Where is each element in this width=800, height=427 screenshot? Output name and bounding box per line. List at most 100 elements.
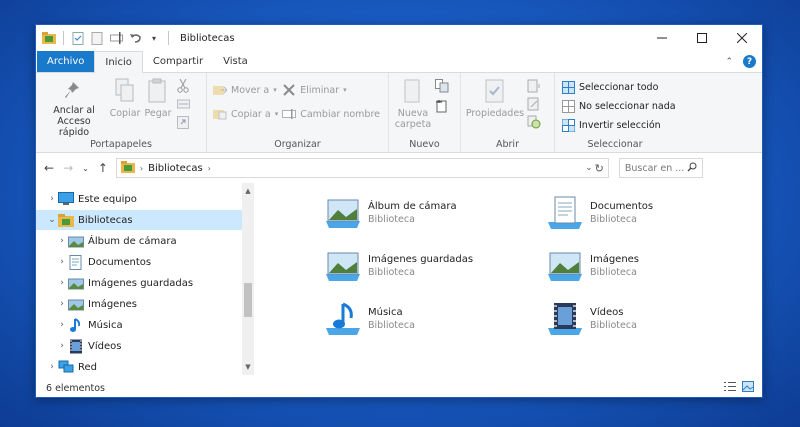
library-item-imagenes-guardadas[interactable]: Imágenes guardadas Biblioteca bbox=[324, 246, 524, 286]
tree-item-album-camara[interactable]: › Álbum de cámara bbox=[36, 231, 242, 251]
move-folder-icon bbox=[213, 83, 227, 97]
qat-dropdown-icon[interactable]: ▾ bbox=[147, 31, 161, 45]
rename-icon[interactable] bbox=[109, 31, 123, 45]
refresh-icon[interactable]: ↻ bbox=[595, 162, 604, 175]
close-button[interactable] bbox=[722, 25, 762, 51]
up-arrow-icon[interactable]: ↑ bbox=[98, 161, 108, 175]
new-item-icon[interactable] bbox=[435, 79, 449, 93]
organize-col-1: Mover a ▾ Copiar a ▾ bbox=[213, 77, 278, 138]
library-text: Música Biblioteca bbox=[368, 307, 415, 331]
address-box[interactable]: › Bibliotecas › ⌄ ↻ bbox=[115, 158, 609, 178]
new-folder-icon[interactable] bbox=[90, 31, 104, 45]
properties-icon[interactable] bbox=[71, 31, 85, 45]
copy-path-icon[interactable] bbox=[176, 97, 190, 111]
expand-chevron-icon[interactable]: › bbox=[56, 299, 68, 309]
search-box[interactable]: Buscar en ... bbox=[618, 158, 703, 178]
title-bar: ▾ Bibliotecas bbox=[36, 25, 762, 51]
properties-button[interactable]: Propiedades bbox=[466, 77, 524, 138]
library-item-imagenes[interactable]: Imágenes Biblioteca bbox=[546, 246, 746, 286]
tab-vista[interactable]: Vista bbox=[213, 51, 258, 72]
expand-chevron-icon[interactable]: › bbox=[56, 236, 68, 246]
expand-chevron-icon[interactable]: › bbox=[56, 278, 68, 288]
maximize-button[interactable] bbox=[682, 25, 722, 51]
tree-item-musica[interactable]: › Música bbox=[36, 315, 242, 335]
expand-chevron-icon[interactable]: › bbox=[46, 362, 58, 372]
library-item-album-camara[interactable]: Álbum de cámara Biblioteca bbox=[324, 193, 524, 233]
chevron-up-icon[interactable]: ⌃ bbox=[725, 57, 733, 67]
scroll-up-icon[interactable]: ▲ bbox=[242, 185, 254, 197]
undo-icon[interactable] bbox=[128, 31, 142, 45]
tab-archivo[interactable]: Archivo bbox=[37, 51, 95, 72]
select-none-button[interactable]: No seleccionar nada bbox=[561, 99, 676, 113]
back-arrow-icon[interactable]: ← bbox=[44, 161, 54, 175]
picture-library-icon bbox=[546, 249, 584, 283]
tree-item-imagenes-guardadas[interactable]: › Imágenes guardadas bbox=[36, 273, 242, 293]
navigation-pane: › Este equipo ⌄ Bibliotecas › Álbum de c… bbox=[36, 183, 256, 375]
expand-chevron-icon[interactable]: › bbox=[56, 257, 68, 267]
address-dropdown-icon[interactable]: ⌄ bbox=[585, 163, 593, 173]
easy-access-icon[interactable] bbox=[435, 99, 449, 113]
library-item-documentos[interactable]: Documentos Biblioteca bbox=[546, 193, 746, 233]
paste-button[interactable]: Pegar bbox=[144, 77, 172, 138]
dropdown-arrow-icon: ▾ bbox=[273, 86, 277, 94]
tree-item-este-equipo[interactable]: › Este equipo bbox=[36, 189, 242, 209]
tab-compartir[interactable]: Compartir bbox=[143, 51, 213, 72]
dropdown-arrow-icon: ▾ bbox=[274, 110, 279, 118]
content-pane: Álbum de cámara Biblioteca Documentos Bi… bbox=[256, 183, 764, 375]
breadcrumb-bibliotecas[interactable]: Bibliotecas bbox=[148, 163, 203, 174]
tree-item-documentos[interactable]: › Documentos bbox=[36, 252, 242, 272]
library-text: Álbum de cámara Biblioteca bbox=[368, 201, 457, 225]
ribbon-tabs: Archivo Inicio Compartir Vista ⌃ ? bbox=[36, 51, 762, 73]
edit-icon[interactable] bbox=[527, 97, 541, 111]
new-folder-button[interactable]: Nueva carpeta bbox=[395, 77, 431, 138]
tree-item-videos[interactable]: › Vídeos bbox=[36, 336, 242, 356]
paste-shortcut-icon[interactable] bbox=[176, 115, 190, 129]
new-small-buttons bbox=[435, 77, 449, 138]
expand-chevron-icon[interactable]: › bbox=[56, 341, 68, 351]
help-icon[interactable]: ? bbox=[743, 55, 756, 68]
library-text: Documentos Biblioteca bbox=[590, 201, 654, 225]
organize-col-2: Eliminar ▾ Cambiar nombre bbox=[282, 77, 380, 138]
scroll-thumb[interactable] bbox=[244, 283, 252, 317]
large-icons-view-icon[interactable] bbox=[742, 381, 754, 395]
recent-dropdown-icon[interactable]: ⌄ bbox=[82, 164, 89, 173]
tree-item-bibliotecas[interactable]: ⌄ Bibliotecas bbox=[36, 210, 242, 230]
address-tail: ⌄ ↻ bbox=[585, 162, 604, 175]
library-item-videos[interactable]: Vídeos Biblioteca bbox=[546, 299, 746, 339]
breadcrumb-chevron-icon[interactable]: › bbox=[208, 164, 211, 173]
expand-chevron-icon[interactable]: › bbox=[46, 194, 58, 204]
delete-button[interactable]: Eliminar ▾ bbox=[282, 83, 380, 97]
video-library-icon bbox=[68, 338, 84, 354]
rename-button[interactable]: Cambiar nombre bbox=[282, 107, 380, 121]
move-to-button[interactable]: Mover a ▾ bbox=[213, 83, 278, 97]
scroll-down-icon[interactable]: ▼ bbox=[242, 361, 254, 373]
expand-chevron-icon[interactable]: › bbox=[56, 320, 68, 330]
copy-button[interactable]: Copiar bbox=[110, 77, 140, 138]
search-input[interactable]: Buscar en ... bbox=[625, 163, 684, 174]
nav-scrollbar[interactable]: ▲ ▼ bbox=[242, 183, 254, 375]
collapse-chevron-icon[interactable]: ⌄ bbox=[46, 215, 58, 225]
tab-inicio[interactable]: Inicio bbox=[94, 51, 143, 73]
library-item-musica[interactable]: Música Biblioteca bbox=[324, 299, 524, 339]
picture-library-icon bbox=[324, 249, 362, 283]
library-text: Imágenes Biblioteca bbox=[590, 254, 640, 278]
copy-to-button[interactable]: Copiar a ▾ bbox=[213, 107, 278, 121]
breadcrumb-chevron-icon[interactable]: › bbox=[140, 164, 143, 173]
select-all-button[interactable]: Seleccionar todo bbox=[561, 80, 676, 94]
pin-quick-access-button[interactable]: Anclar al Acceso rápido bbox=[42, 77, 106, 138]
tree-item-red[interactable]: › Red bbox=[36, 357, 242, 377]
forward-arrow-icon[interactable]: → bbox=[63, 161, 73, 175]
delete-x-icon bbox=[282, 83, 296, 97]
history-icon[interactable] bbox=[527, 115, 541, 129]
invert-selection-button[interactable]: Invertir selección bbox=[561, 118, 676, 132]
open-icon[interactable] bbox=[527, 79, 541, 93]
properties-large-icon bbox=[481, 77, 509, 105]
minimize-button[interactable] bbox=[642, 25, 682, 51]
group-label-seleccionar: Seleccionar bbox=[587, 139, 643, 150]
libraries-small-icon bbox=[120, 160, 135, 176]
details-view-icon[interactable] bbox=[724, 381, 736, 395]
group-label-nuevo: Nuevo bbox=[409, 139, 440, 150]
new-folder-large-icon bbox=[399, 77, 427, 105]
cut-icon[interactable] bbox=[176, 79, 190, 93]
tree-item-imagenes[interactable]: › Imágenes bbox=[36, 294, 242, 314]
